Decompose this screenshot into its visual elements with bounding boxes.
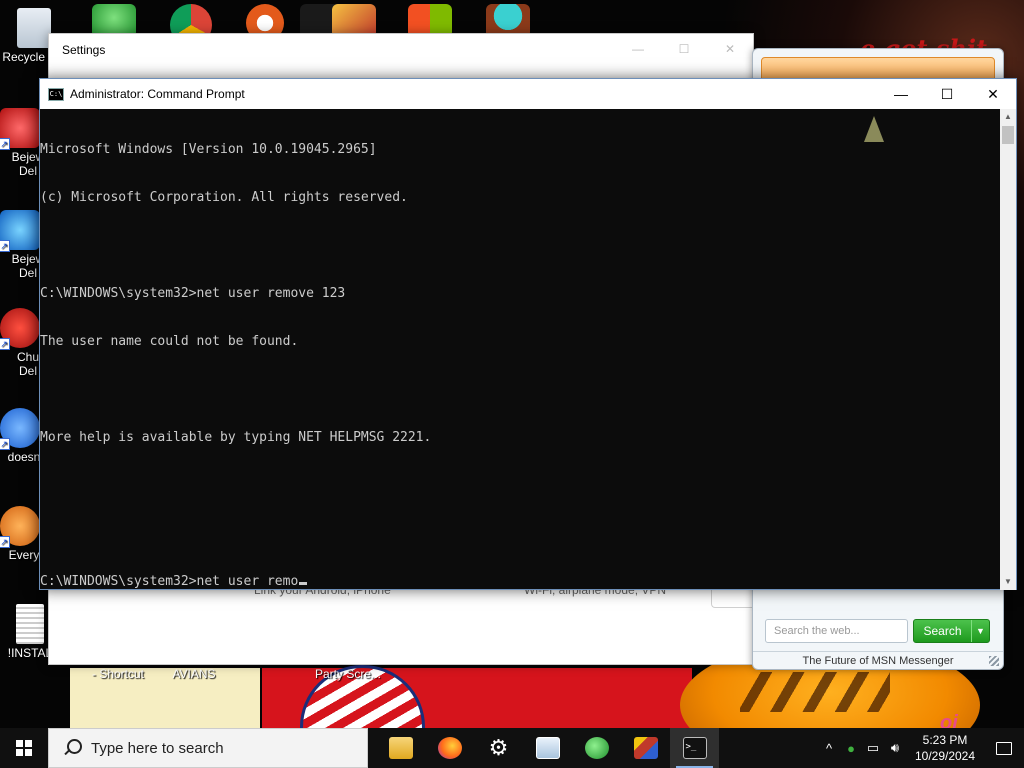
firefox-icon xyxy=(437,737,462,759)
taskbar-settings[interactable]: ⚙ xyxy=(474,728,523,768)
taskbar-firefox[interactable] xyxy=(425,728,474,768)
desktop-pet-sprite xyxy=(864,116,884,142)
settings-window-controls: — ☐ ✕ xyxy=(615,34,753,64)
minimize-icon[interactable]: — xyxy=(615,34,661,64)
scroll-up-icon[interactable]: ▲ xyxy=(1000,109,1016,125)
clock-date: 10/29/2024 xyxy=(914,749,976,763)
msn-footer: The Future of MSN Messenger xyxy=(753,651,1003,669)
chevron-up-icon[interactable]: ^ xyxy=(818,741,840,756)
desktop-icon-label[interactable]: AVIANS xyxy=(158,667,230,681)
close-icon[interactable]: ✕ xyxy=(970,79,1016,109)
vertical-scrollbar[interactable]: ▲ ▼ xyxy=(1000,109,1016,590)
settings-gear-icon: ⚙ xyxy=(488,735,509,760)
desktop-icon-label: doesn xyxy=(7,450,41,464)
taskbar-paint[interactable] xyxy=(621,728,670,768)
console-line: More help is available by typing NET HEL… xyxy=(40,430,432,445)
notification-icon xyxy=(996,741,1012,755)
minimize-icon[interactable]: — xyxy=(878,79,924,109)
app-icon: ↗ xyxy=(0,506,40,548)
search-icon xyxy=(63,739,82,757)
cmd-window-controls: — ☐ ✕ xyxy=(878,79,1016,109)
console-input-text: C:\WINDOWS\system32>net user remo xyxy=(40,574,299,589)
notifications-button[interactable] xyxy=(984,728,1024,768)
console-line: Microsoft Windows [Version 10.0.19045.29… xyxy=(40,142,377,157)
clock-time: 5:23 PM xyxy=(922,733,968,747)
paint-app-icon xyxy=(633,737,658,759)
console-line: C:\WINDOWS\system32>net user remove 123 xyxy=(40,286,346,301)
taskbar-msn-messenger[interactable] xyxy=(572,728,621,768)
close-icon[interactable]: ✕ xyxy=(707,34,753,64)
wallpaper-scribble: oi xyxy=(940,712,958,728)
command-prompt-icon: >_ xyxy=(682,737,707,759)
console-output[interactable]: Microsoft Windows [Version 10.0.19045.29… xyxy=(40,109,1001,590)
msn-status-icon[interactable]: ● xyxy=(840,741,862,756)
network-icon[interactable]: ▭ xyxy=(862,740,884,756)
text-file-icon xyxy=(16,604,44,644)
web-search-input[interactable]: Search the web... xyxy=(765,619,908,643)
taskbar-file-explorer[interactable] xyxy=(376,728,425,768)
text-cursor xyxy=(299,582,308,585)
taskbar: Type here to search ⚙ >_ ^ ● ▭ 🔊︎ 5:23 P… xyxy=(0,728,1024,768)
cmd-titlebar[interactable]: C:\ Administrator: Command Prompt — ☐ ✕ xyxy=(40,79,1016,109)
system-tray: ^ ● ▭ 🔊︎ 5:23 PM 10/29/2024 xyxy=(818,728,1024,768)
recycle-bin-icon xyxy=(17,8,51,48)
taskbar-pinned-apps: ⚙ >_ xyxy=(376,728,719,768)
start-button[interactable] xyxy=(0,728,48,768)
command-prompt-window[interactable]: C:\ Administrator: Command Prompt — ☐ ✕ … xyxy=(39,78,1017,590)
taskbar-search-box[interactable]: Type here to search xyxy=(48,728,368,768)
app-icon: ↗ xyxy=(0,408,40,450)
msn-search-bar: Search the web... Search ▼ xyxy=(765,619,990,643)
window-title: Settings xyxy=(62,43,106,57)
desktop-icon-label[interactable]: - Shortcut xyxy=(82,667,154,681)
desktop-icon-label: Every xyxy=(8,548,40,562)
window-title: Administrator: Command Prompt xyxy=(70,87,245,101)
web-search-button[interactable]: Search ▼ xyxy=(913,619,990,643)
search-placeholder: Type here to search xyxy=(91,739,224,757)
taskbar-notepad[interactable] xyxy=(523,728,572,768)
bejeweled-icon: ↗ xyxy=(0,210,40,252)
volume-icon[interactable]: 🔊︎ xyxy=(884,740,906,756)
chuzzle-icon: ↗ xyxy=(0,308,40,350)
console-line: The user name could not be found. xyxy=(40,334,299,349)
taskbar-command-prompt[interactable]: >_ xyxy=(670,728,719,768)
maximize-icon[interactable]: ☐ xyxy=(924,79,970,109)
console-input-line[interactable]: C:\WINDOWS\system32>net user remo xyxy=(40,574,1001,590)
resize-grip-icon[interactable] xyxy=(989,656,999,666)
chevron-down-icon[interactable]: ▼ xyxy=(971,620,989,642)
scroll-down-icon[interactable]: ▼ xyxy=(1000,574,1016,590)
file-explorer-icon xyxy=(388,737,413,759)
scrollbar-thumb[interactable] xyxy=(1002,126,1014,144)
maximize-icon[interactable]: ☐ xyxy=(661,34,707,64)
windows-logo-icon xyxy=(16,740,32,756)
msn-messenger-icon xyxy=(584,737,609,759)
command-prompt-icon: C:\ xyxy=(48,87,64,101)
notepad-icon xyxy=(535,737,560,759)
console-line: (c) Microsoft Corporation. All rights re… xyxy=(40,190,408,205)
search-button-label: Search xyxy=(923,624,962,638)
desktop-icon-label[interactable]: Party Scre... xyxy=(312,667,384,681)
bejeweled-icon: ↗ xyxy=(0,108,40,150)
pumpkin-face-graphic xyxy=(740,672,890,712)
clock[interactable]: 5:23 PM 10/29/2024 xyxy=(906,732,984,764)
